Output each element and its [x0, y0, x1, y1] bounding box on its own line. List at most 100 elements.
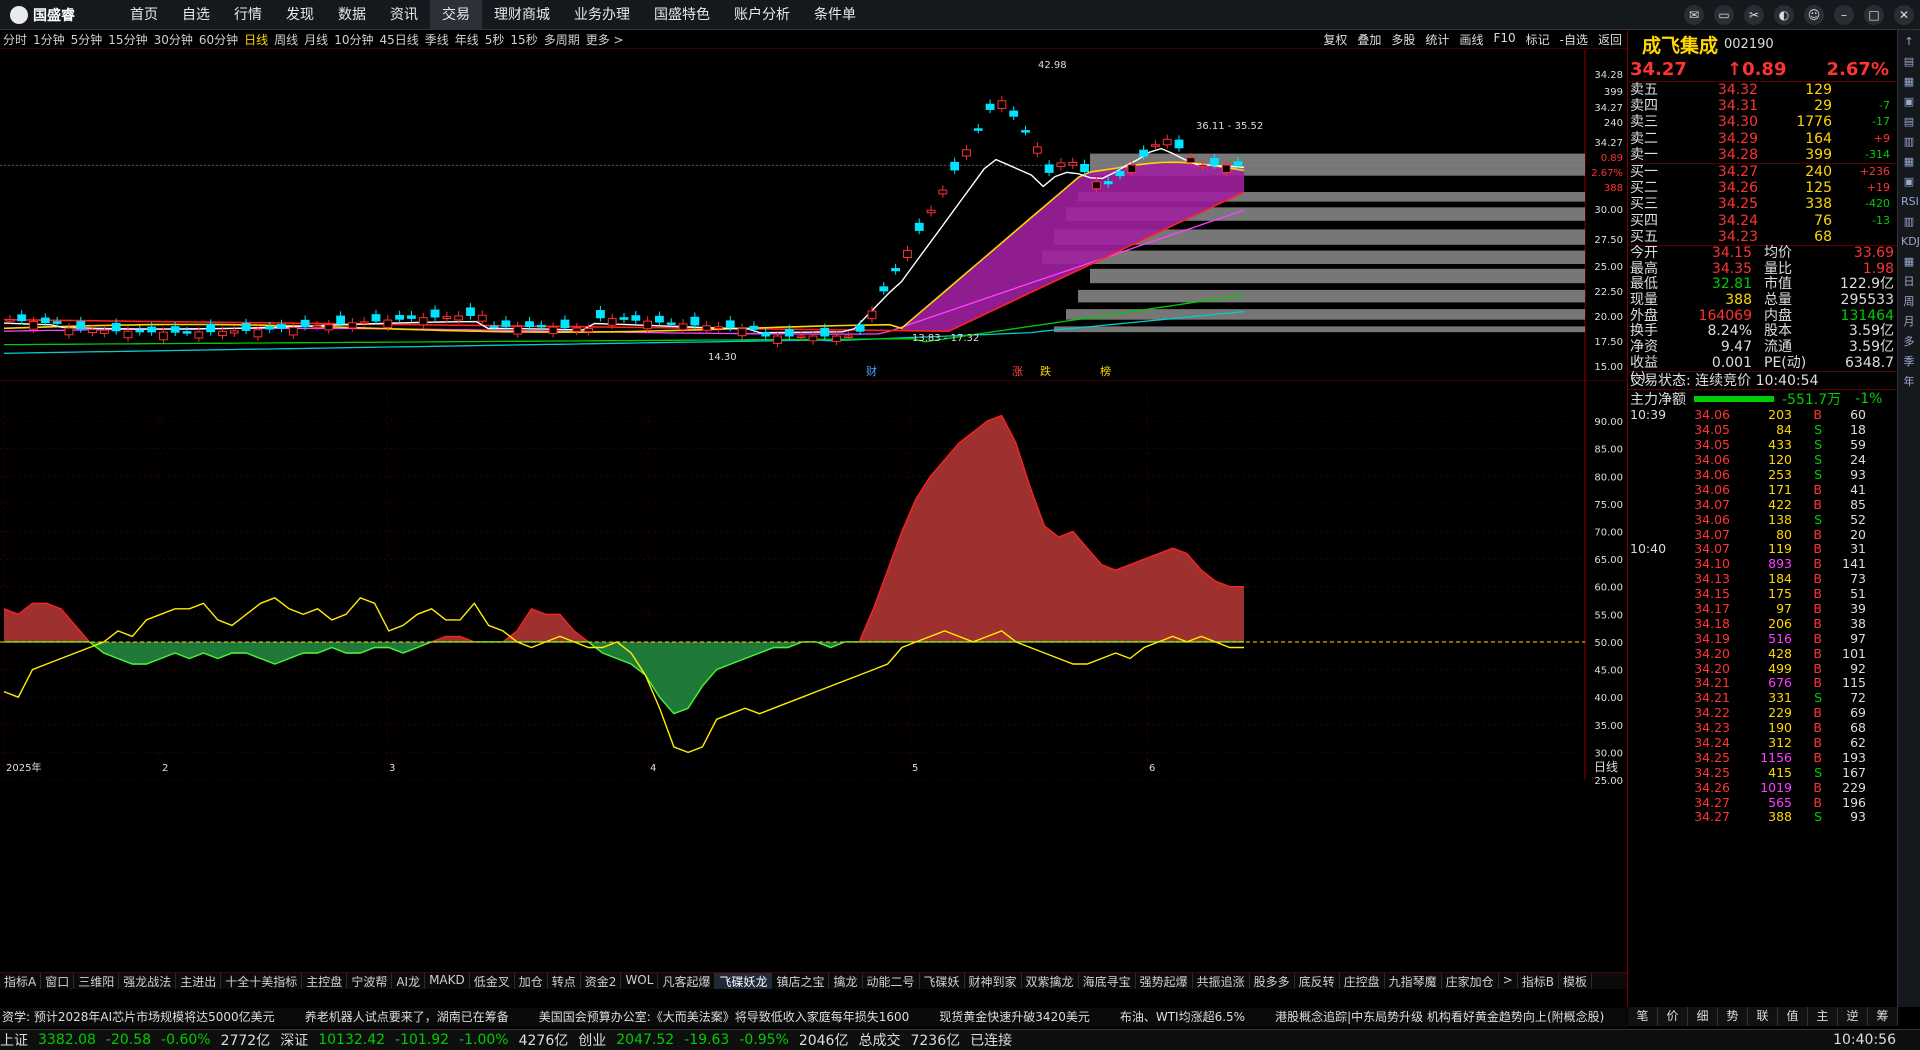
skin-icon[interactable]: ◐ — [1774, 5, 1794, 25]
period-tab-14[interactable]: 15秒 — [507, 31, 540, 48]
quote-tab-6[interactable]: 主 — [1808, 1007, 1838, 1026]
indicator-tab-6[interactable]: 主控盘 — [302, 973, 348, 989]
indicator-tab-31[interactable]: > — [1499, 973, 1518, 989]
nav-item-6[interactable]: 交易 — [430, 0, 482, 30]
minimize-icon[interactable]: – — [1834, 5, 1854, 25]
indicator-tab-17[interactable]: 镇店之宝 — [772, 973, 830, 989]
indicator-tab-28[interactable]: 庄控盘 — [1340, 973, 1385, 989]
indicator-tab-27[interactable]: 底反转 — [1295, 973, 1340, 989]
nav-item-4[interactable]: 数据 — [326, 0, 378, 30]
orderbook-row[interactable]: 买四 34.24 76 -13 — [1628, 213, 1897, 229]
monitor-icon[interactable]: ▭ — [1714, 5, 1734, 25]
indicator-tab-15[interactable]: 凡客起爆 — [658, 973, 716, 989]
indicator-tab-33[interactable]: 模板 — [1559, 973, 1592, 989]
indicator-tab-5[interactable]: 十全十美指标 — [221, 973, 303, 989]
quote-tab-4[interactable]: 联 — [1748, 1007, 1778, 1026]
news-item-5[interactable]: 港股概念追踪|中东局势升级 机构看好黄金趋势向上(附概念股) — [1275, 1008, 1604, 1027]
indicator-tab-32[interactable]: 指标B — [1518, 973, 1559, 989]
indicator-tab-0[interactable]: 指标A — [0, 973, 42, 989]
period-tab-0[interactable]: 分时 — [0, 31, 30, 48]
orderbook-row[interactable]: 卖三 34.30 1776 -17 — [1628, 114, 1897, 130]
nav-item-5[interactable]: 资讯 — [378, 0, 430, 30]
indicator-tab-10[interactable]: 低金叉 — [470, 973, 515, 989]
nav-item-11[interactable]: 条件单 — [802, 0, 868, 30]
indicator-tab-7[interactable]: 宁波帮 — [347, 973, 393, 989]
indicator-chart[interactable]: 90.00 85.00 80.00 75.00 70.00 65.00 60.00 55.00… — [0, 380, 1627, 972]
indicator-tab-11[interactable]: 加仓 — [515, 973, 548, 989]
chart-tool-5[interactable]: F10 — [1488, 31, 1520, 48]
quote-tab-2[interactable]: 细 — [1688, 1007, 1718, 1026]
orderbook-row[interactable]: 买三 34.25 338 -420 — [1628, 196, 1897, 212]
period-tab-1[interactable]: 1分钟 — [30, 31, 68, 48]
indicator-tab-3[interactable]: 强龙战法 — [119, 973, 177, 989]
chart-tool-3[interactable]: 统计 — [1420, 31, 1454, 48]
indicator-tab-16[interactable]: 飞碟妖龙 — [715, 973, 773, 989]
nav-item-9[interactable]: 国盛特色 — [642, 0, 722, 30]
indicator-tab-26[interactable]: 股多多 — [1250, 973, 1295, 989]
nav-item-2[interactable]: 行情 — [222, 0, 274, 30]
period-tab-16[interactable]: 更多 > — [583, 31, 627, 48]
news-item-0[interactable]: 资学: 预计2028年AI芯片市场规模将达5000亿美元 — [2, 1008, 275, 1027]
brand-logo[interactable]: 国盛睿 — [0, 5, 118, 25]
side-tool-3[interactable]: ▣ — [1901, 94, 1917, 110]
indicator-tab-8[interactable]: AI龙 — [392, 973, 426, 989]
nav-item-10[interactable]: 账户分析 — [722, 0, 802, 30]
period-tab-9[interactable]: 10分钟 — [331, 31, 376, 48]
side-tool-6[interactable]: ▦ — [1901, 154, 1917, 170]
side-tool-15[interactable]: 多 — [1901, 334, 1917, 350]
tools-icon[interactable]: ✂ — [1744, 5, 1764, 25]
side-tool-7[interactable]: ▣ — [1901, 174, 1917, 190]
news-item-3[interactable]: 现货黄金快速升破3420美元 — [939, 1008, 1090, 1027]
quote-tab-0[interactable]: 笔 — [1628, 1007, 1658, 1026]
period-tab-2[interactable]: 5分钟 — [68, 31, 106, 48]
indicator-tab-25[interactable]: 共振追涨 — [1193, 973, 1250, 989]
orderbook-row[interactable]: 卖四 34.31 29 -7 — [1628, 98, 1897, 114]
indicator-tab-12[interactable]: 转点 — [548, 973, 581, 989]
side-tool-9[interactable]: ▥ — [1901, 214, 1917, 230]
indicator-tab-18[interactable]: 擒龙 — [829, 973, 863, 989]
close-icon[interactable]: ✕ — [1894, 5, 1914, 25]
indicator-tab-4[interactable]: 主进出 — [176, 973, 222, 989]
side-tool-1[interactable]: ▤ — [1901, 54, 1917, 70]
period-tab-5[interactable]: 60分钟 — [196, 31, 241, 48]
orderbook-row[interactable]: 买一 34.27 240 +236 — [1628, 164, 1897, 180]
indicator-tab-1[interactable]: 窗口 — [41, 973, 75, 989]
indicator-tab-23[interactable]: 海底寻宝 — [1079, 973, 1136, 989]
orderbook-row[interactable]: 买二 34.26 125 +19 — [1628, 180, 1897, 196]
maximize-icon[interactable]: □ — [1864, 5, 1884, 25]
message-icon[interactable]: ✉ — [1684, 5, 1704, 25]
news-item-2[interactable]: 美国国会预算办公室:《大而美法案》将导致低收入家庭每年损失1600 — [539, 1008, 910, 1027]
chart-tool-8[interactable]: 返回 — [1593, 31, 1627, 48]
indicator-tab-9[interactable]: MAKD — [425, 973, 470, 989]
side-tool-16[interactable]: 季 — [1901, 354, 1917, 370]
indicator-tab-19[interactable]: 动能二号 — [863, 973, 920, 989]
orderbook-row[interactable]: 卖二 34.29 164 +9 — [1628, 131, 1897, 147]
orderbook-row[interactable]: 卖一 34.28 399 -314 — [1628, 147, 1897, 163]
period-tab-12[interactable]: 年线 — [452, 31, 482, 48]
indicator-tab-30[interactable]: 庄家加仓 — [1442, 973, 1499, 989]
indicator-tab-2[interactable]: 三维阳 — [74, 973, 120, 989]
orderbook-row[interactable]: 卖五 34.32 129 — [1628, 82, 1897, 98]
chart-tool-4[interactable]: 画线 — [1454, 31, 1488, 48]
indicator-tab-21[interactable]: 财神到家 — [965, 973, 1022, 989]
period-tab-6[interactable]: 日线 — [241, 31, 271, 48]
nav-item-3[interactable]: 发现 — [274, 0, 326, 30]
period-tab-11[interactable]: 季线 — [422, 31, 452, 48]
period-tab-7[interactable]: 周线 — [271, 31, 301, 48]
chart-tool-2[interactable]: 多股 — [1386, 31, 1420, 48]
orderbook-row[interactable]: 买五 34.23 68 — [1628, 229, 1897, 245]
side-tool-17[interactable]: 年 — [1901, 374, 1917, 390]
indicator-tab-22[interactable]: 双紫擒龙 — [1022, 973, 1079, 989]
period-tab-15[interactable]: 多周期 — [541, 31, 583, 48]
news-item-4[interactable]: 布油、WTI均涨超6.5% — [1120, 1008, 1245, 1027]
side-tool-13[interactable]: 周 — [1901, 294, 1917, 310]
chart-tool-6[interactable]: 标记 — [1521, 31, 1555, 48]
period-tab-4[interactable]: 30分钟 — [151, 31, 196, 48]
period-tab-10[interactable]: 45日线 — [376, 31, 421, 48]
news-item-1[interactable]: 养老机器人试点要来了，湖南已在筹备 — [305, 1008, 509, 1027]
indicator-tab-29[interactable]: 九指琴魔 — [1385, 973, 1442, 989]
indicator-tab-14[interactable]: WOL — [621, 973, 659, 989]
quote-tab-3[interactable]: 势 — [1718, 1007, 1748, 1026]
indicator-tab-13[interactable]: 资金2 — [581, 973, 622, 989]
indicator-tab-24[interactable]: 强势起爆 — [1136, 973, 1193, 989]
